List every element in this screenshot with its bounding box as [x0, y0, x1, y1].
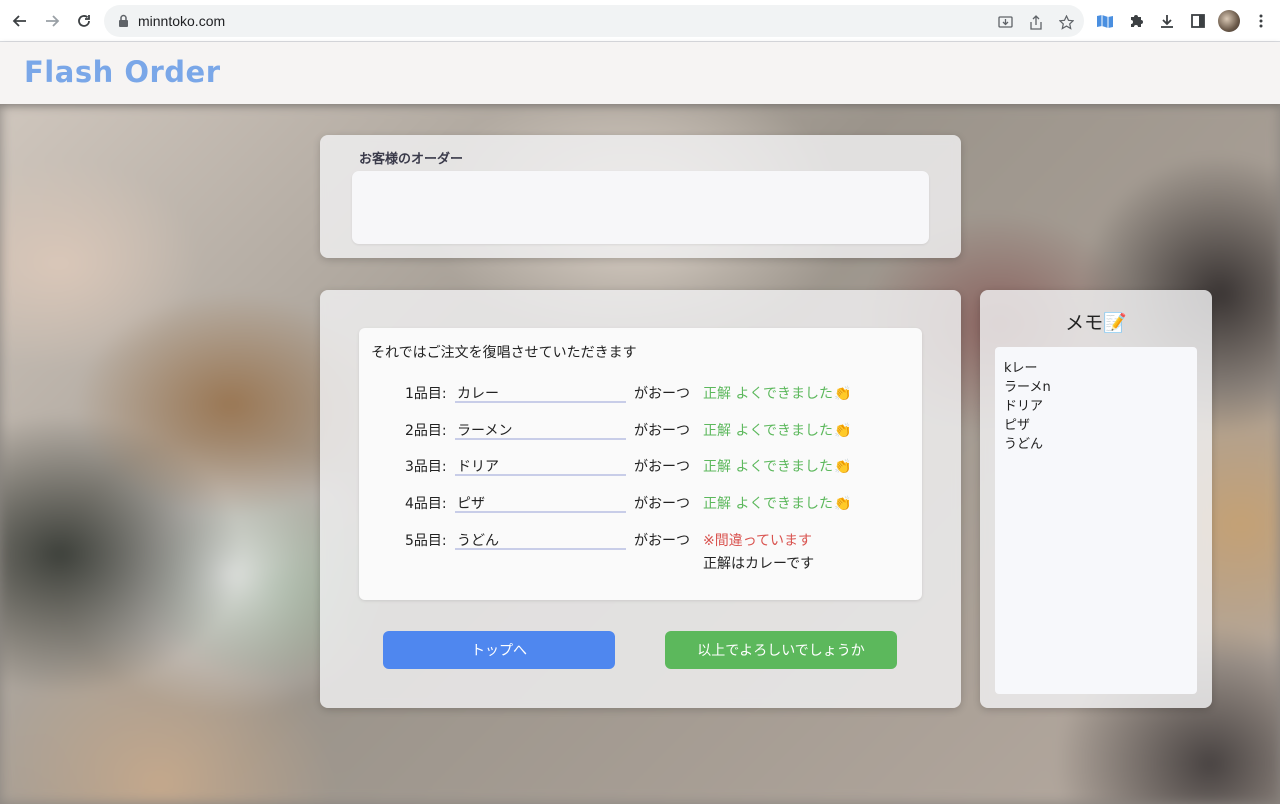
item-answer-input[interactable]: ドリア: [455, 448, 626, 476]
item-number-label: 3品目:: [405, 459, 447, 475]
item-suffix: がおーつ: [634, 459, 690, 475]
bookmark-star-icon[interactable]: [1057, 13, 1075, 31]
order-item-row-1: 1品目: カレー がおーつ 正解 よくできました👏: [359, 375, 922, 405]
lock-icon: [116, 13, 130, 29]
item-answer-input[interactable]: ピザ: [455, 485, 626, 513]
clapping-hands-icon: 👏: [834, 496, 852, 512]
forward-arrow-icon[interactable]: [40, 9, 64, 33]
url-text: minntoko.com: [138, 13, 226, 29]
repeat-order-title: それではご注文を復唱させていただきます: [371, 345, 637, 361]
item-answer-value: カレー: [457, 386, 499, 402]
result-correct: 正解 よくできました👏: [703, 386, 852, 402]
map-extension-icon[interactable]: [1094, 10, 1116, 32]
item-suffix: がおーつ: [634, 386, 690, 402]
item-number-label: 2品目:: [405, 423, 447, 439]
memo-pencil-icon: 📝: [1103, 312, 1127, 334]
clapping-hands-icon: 👏: [834, 423, 852, 439]
item-answer-input[interactable]: ラーメン: [455, 412, 626, 440]
item-answer-input[interactable]: うどん: [455, 522, 626, 550]
item-suffix: がおーつ: [634, 533, 690, 549]
side-panel-icon[interactable]: [1187, 10, 1209, 32]
correct-answer-hint: 正解はカレーです: [703, 556, 815, 572]
result-correct: 正解 よくできました👏: [703, 459, 852, 475]
confirmation-panel: それではご注文を復唱させていただきます 1品目: カレー がおーつ 正解 よくで…: [320, 290, 961, 708]
memo-line: kレー: [1004, 361, 1038, 376]
extensions-puzzle-icon[interactable]: [1125, 10, 1147, 32]
order-item-row-2: 2品目: ラーメン がおーつ 正解 よくできました👏: [359, 412, 922, 442]
item-number-label: 4品目:: [405, 496, 447, 512]
more-menu-icon[interactable]: [1250, 10, 1272, 32]
customer-order-display: [352, 171, 929, 244]
address-bar[interactable]: minntoko.com: [104, 5, 1084, 37]
share-icon[interactable]: [1027, 13, 1045, 31]
app-header: Flash Order: [0, 42, 1280, 104]
memo-line: ラーメn: [1004, 380, 1051, 395]
item-answer-value: ピザ: [457, 496, 485, 512]
memo-panel: メモ📝 kレー ラーメn ドリア ピザ うどん: [980, 290, 1212, 708]
customer-order-label: お客様のオーダー: [359, 152, 464, 167]
item-number-label: 5品目:: [405, 533, 447, 549]
clapping-hands-icon: 👏: [834, 386, 852, 402]
customer-order-panel: お客様のオーダー: [320, 135, 961, 258]
reload-icon[interactable]: [72, 9, 96, 33]
order-item-row-3: 3品目: ドリア がおーつ 正解 よくできました👏: [359, 448, 922, 478]
confirm-order-button[interactable]: 以上でよろしいでしょうか: [665, 631, 897, 669]
memo-line: ドリア: [1004, 399, 1044, 414]
memo-line: うどん: [1004, 437, 1044, 452]
memo-line: ピザ: [1004, 418, 1031, 433]
result-correct: 正解 よくできました👏: [703, 496, 852, 512]
browser-toolbar: minntoko.com: [0, 0, 1280, 42]
repeat-order-box: それではご注文を復唱させていただきます 1品目: カレー がおーつ 正解 よくで…: [359, 328, 922, 600]
app-logo[interactable]: Flash Order: [24, 55, 221, 89]
memo-title: メモ📝: [1065, 312, 1127, 334]
item-answer-value: ラーメン: [457, 423, 513, 439]
order-item-row-4: 4品目: ピザ がおーつ 正解 よくできました👏: [359, 485, 922, 515]
item-number-label: 1品目:: [405, 386, 447, 402]
back-to-top-button[interactable]: トップへ: [383, 631, 615, 669]
item-suffix: がおーつ: [634, 496, 690, 512]
back-arrow-icon[interactable]: [8, 9, 32, 33]
result-correct: 正解 よくできました👏: [703, 423, 852, 439]
item-answer-value: ドリア: [457, 459, 499, 475]
install-app-icon[interactable]: [996, 13, 1014, 31]
item-suffix: がおーつ: [634, 423, 690, 439]
result-incorrect: ※間違っています: [703, 533, 813, 549]
clapping-hands-icon: 👏: [834, 459, 852, 475]
download-icon[interactable]: [1156, 10, 1178, 32]
memo-textarea[interactable]: kレー ラーメn ドリア ピザ うどん: [995, 347, 1197, 694]
item-answer-value: うどん: [457, 533, 499, 549]
profile-avatar[interactable]: [1218, 10, 1240, 32]
item-answer-input[interactable]: カレー: [455, 375, 626, 403]
order-item-row-5: 5品目: うどん がおーつ ※間違っています 正解はカレーです: [359, 522, 922, 572]
